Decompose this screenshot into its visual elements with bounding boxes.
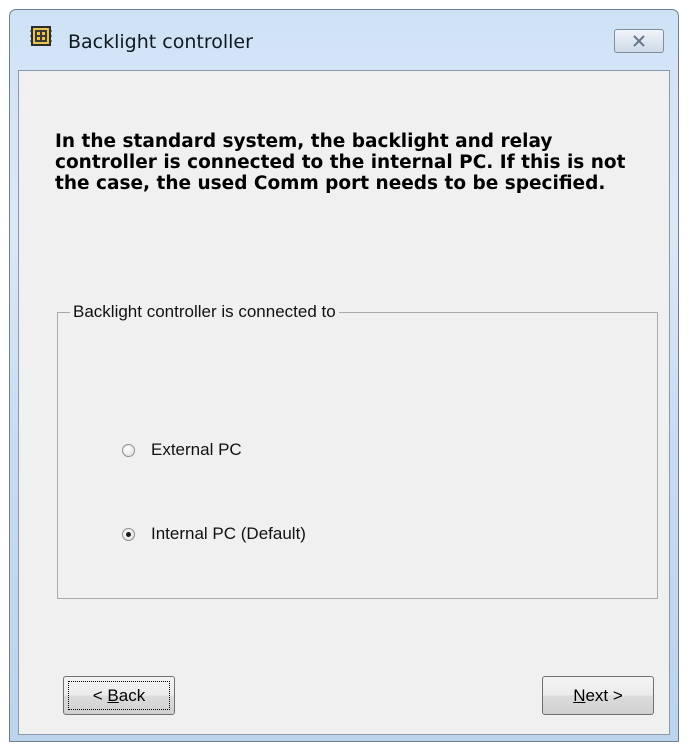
radio-button-unselected[interactable] <box>122 443 135 457</box>
next-button[interactable]: Next > <box>542 676 654 715</box>
dialog-window: Backlight controller In the standard sys… <box>9 9 679 742</box>
close-icon <box>633 35 645 47</box>
dialog-client-area: In the standard system, the backlight an… <box>18 70 670 735</box>
back-button[interactable]: < Back <box>63 676 175 715</box>
radio-external-pc[interactable]: External PC <box>122 440 242 460</box>
connection-groupbox: Backlight controller is connected to Ext… <box>57 302 658 599</box>
window-title: Backlight controller <box>68 31 253 53</box>
intro-text: In the standard system, the backlight an… <box>55 131 626 194</box>
radio-selected-dot <box>126 531 131 537</box>
back-button-rest: ack <box>118 685 146 705</box>
radio-internal-pc[interactable]: Internal PC (Default) <box>122 524 306 544</box>
back-button-prefix: < <box>92 685 108 705</box>
back-button-mnemonic: B <box>107 685 119 705</box>
next-button-rest: ext > <box>585 685 623 705</box>
radio-label-external-pc: External PC <box>151 440 242 459</box>
radio-label-internal-pc: Internal PC (Default) <box>151 524 306 543</box>
radio-button-selected[interactable] <box>122 527 135 541</box>
next-button-mnemonic: N <box>573 685 586 705</box>
circuit-board-icon <box>30 25 52 47</box>
close-button[interactable] <box>614 29 664 53</box>
groupbox-label: Backlight controller is connected to <box>70 302 339 322</box>
title-bar[interactable]: Backlight controller <box>10 10 678 70</box>
